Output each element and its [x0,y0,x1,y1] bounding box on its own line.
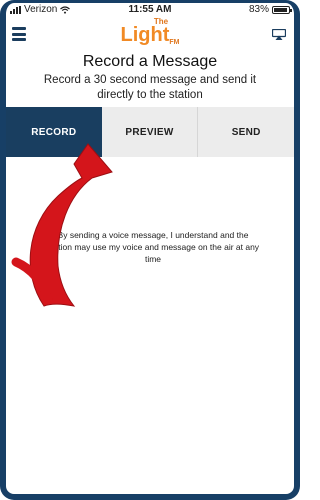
page-title: Record a Message [82,53,218,70]
tab-record[interactable]: RECORD [6,107,102,157]
tab-send[interactable]: SEND [198,107,294,157]
page-subtitle: Record a 30 second message and send it d… [43,74,257,101]
app-bar: The LightFM [6,17,294,53]
tab-preview[interactable]: PREVIEW [102,107,199,157]
status-bar: Verizon 11:55 AM 83% [6,3,294,17]
logo-light: Light [120,24,170,46]
consent-text: By sending a voice message, I understand… [46,230,260,264]
battery-icon [272,6,292,14]
battery-percent: 83% [248,4,269,15]
tab-bar: RECORD PREVIEW SEND [6,107,294,157]
phone-frame: Verizon 11:55 AM 83% The LightFM Record … [0,0,300,500]
station-logo: The LightFM [6,18,294,47]
battery-indicator: 83% [248,3,292,17]
logo-fm: FM [169,39,180,46]
airplay-icon[interactable] [272,29,286,40]
